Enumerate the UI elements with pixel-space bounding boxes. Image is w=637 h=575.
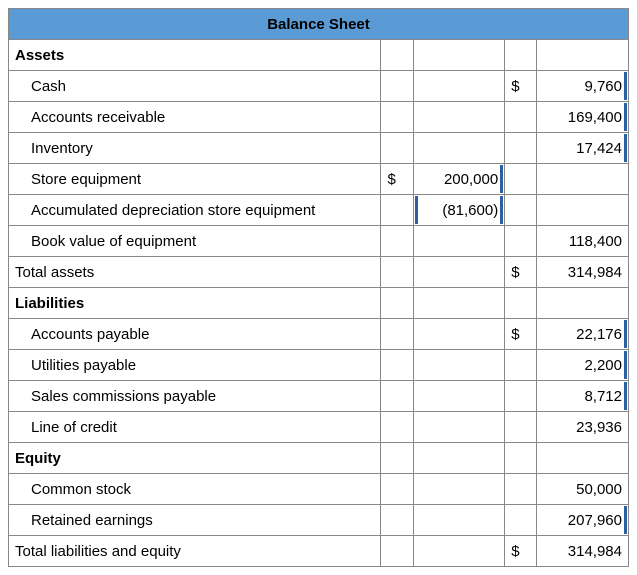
row-retained: Retained earnings 207,960 <box>9 505 629 536</box>
row-loc: Line of credit 23,936 <box>9 412 629 443</box>
title-row: Balance Sheet <box>9 9 629 40</box>
total-assets-value: 314,984 <box>537 257 629 288</box>
inventory-label: Inventory <box>9 133 381 164</box>
row-cash: Cash $ 9,760 <box>9 71 629 102</box>
row-total-assets: Total assets $ 314,984 <box>9 257 629 288</box>
accdep-label: Accumulated depreciation store equipment <box>9 195 381 226</box>
row-common: Common stock 50,000 <box>9 474 629 505</box>
total-assets-sym: $ <box>505 257 537 288</box>
section-liabilities: Liabilities <box>9 288 629 319</box>
assets-heading: Assets <box>9 40 381 71</box>
ap-label: Accounts payable <box>9 319 381 350</box>
common-value: 50,000 <box>537 474 629 505</box>
row-bookval: Book value of equipment 118,400 <box>9 226 629 257</box>
row-total-le: Total liabilities and equity $ 314,984 <box>9 536 629 567</box>
ap-value[interactable]: 22,176 <box>537 319 629 350</box>
cash-label: Cash <box>9 71 381 102</box>
utilities-label: Utilities payable <box>9 350 381 381</box>
title-cell: Balance Sheet <box>9 9 629 40</box>
total-assets-label: Total assets <box>9 257 381 288</box>
liabilities-heading: Liabilities <box>9 288 381 319</box>
utilities-value[interactable]: 2,200 <box>537 350 629 381</box>
commissions-label: Sales commissions payable <box>9 381 381 412</box>
retained-label: Retained earnings <box>9 505 381 536</box>
loc-value: 23,936 <box>537 412 629 443</box>
common-label: Common stock <box>9 474 381 505</box>
balance-sheet-table: Balance Sheet Assets Cash $ 9,760 Accoun… <box>8 8 629 567</box>
ap-sym: $ <box>505 319 537 350</box>
section-assets: Assets <box>9 40 629 71</box>
ar-value[interactable]: 169,400 <box>537 102 629 133</box>
row-inventory: Inventory 17,424 <box>9 133 629 164</box>
section-equity: Equity <box>9 443 629 474</box>
inventory-value[interactable]: 17,424 <box>537 133 629 164</box>
bookval-value: 118,400 <box>537 226 629 257</box>
accdep-value[interactable]: (81,600) <box>413 195 505 226</box>
bookval-label: Book value of equipment <box>9 226 381 257</box>
loc-label: Line of credit <box>9 412 381 443</box>
row-accdep: Accumulated depreciation store equipment… <box>9 195 629 226</box>
row-ar: Accounts receivable 169,400 <box>9 102 629 133</box>
total-le-label: Total liabilities and equity <box>9 536 381 567</box>
commissions-value[interactable]: 8,712 <box>537 381 629 412</box>
total-le-sym: $ <box>505 536 537 567</box>
equipment-value[interactable]: 200,000 <box>413 164 505 195</box>
ar-label: Accounts receivable <box>9 102 381 133</box>
equipment-sym: $ <box>381 164 413 195</box>
cash-value[interactable]: 9,760 <box>537 71 629 102</box>
equity-heading: Equity <box>9 443 381 474</box>
equipment-label: Store equipment <box>9 164 381 195</box>
cash-sym: $ <box>505 71 537 102</box>
row-utilities: Utilities payable 2,200 <box>9 350 629 381</box>
total-le-value: 314,984 <box>537 536 629 567</box>
row-equipment: Store equipment $ 200,000 <box>9 164 629 195</box>
row-ap: Accounts payable $ 22,176 <box>9 319 629 350</box>
row-commissions: Sales commissions payable 8,712 <box>9 381 629 412</box>
retained-value[interactable]: 207,960 <box>537 505 629 536</box>
